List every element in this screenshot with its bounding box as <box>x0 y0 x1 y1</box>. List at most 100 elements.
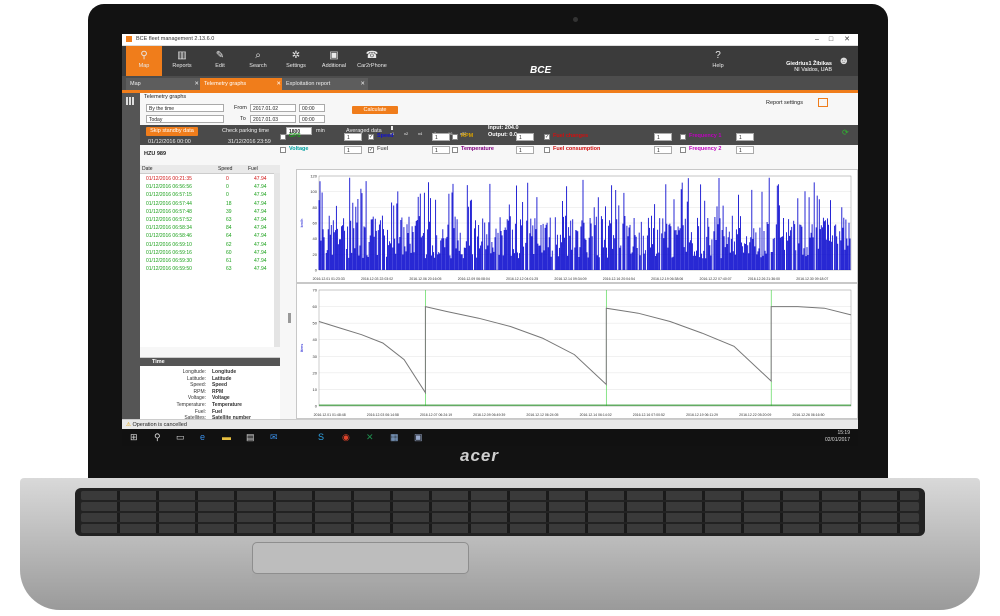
from-date-input[interactable]: 2017.01.02 <box>250 104 296 112</box>
table-row[interactable]: 01/12/2016 06:56:56 0 47.94 <box>140 183 274 191</box>
ribbon-edit-button[interactable]: ✎ Edit <box>202 46 238 76</box>
sensor-checkbox-rpm[interactable] <box>452 134 458 140</box>
sensor-axis-stepper[interactable]: 1 <box>654 133 672 141</box>
report-settings-link[interactable]: Report settings <box>766 100 803 106</box>
table-row[interactable]: 01/12/2016 06:59:50 63 47.94 <box>140 265 274 273</box>
col-fuel[interactable]: Fuel <box>248 166 258 172</box>
sensor-label: Fuel changes <box>553 133 589 139</box>
table-row[interactable]: 01/12/2016 06:59:10 62 47.94 <box>140 241 274 249</box>
maximize-button[interactable]: □ <box>824 34 838 45</box>
speed-chart: 0 20 40 60 80 100 120 km/h 2016.12.01 01:23:33 20… <box>296 169 858 283</box>
splitter-handle[interactable] <box>288 313 291 323</box>
sensor-checkbox-speed[interactable]: ✓ <box>368 134 374 140</box>
tab-exploitation-report[interactable]: Exploitation report ✕ <box>282 78 368 90</box>
sensor-axis-stepper[interactable]: 1 <box>736 146 754 154</box>
ribbon-search-button[interactable]: ⌕ Search <box>240 46 276 76</box>
col-date[interactable]: Date <box>142 166 153 172</box>
store-icon[interactable]: ▤ <box>246 431 255 443</box>
sensor-axis-stepper[interactable]: 1 <box>516 146 534 154</box>
row-speed: 62 <box>226 241 232 248</box>
task-view-icon[interactable]: ▭ <box>176 431 185 443</box>
row-date: 01/12/2016 06:59:50 <box>146 266 192 273</box>
tab-close-icon[interactable]: ✕ <box>194 78 199 90</box>
to-time-input[interactable]: 00:00 <box>299 115 325 123</box>
skype-icon[interactable]: S <box>318 431 324 443</box>
windows-start-icon[interactable]: ⊞ <box>130 431 138 443</box>
table-row[interactable]: 01/12/2016 06:58:46 64 47.94 <box>140 232 274 240</box>
row-fuel: 47.94 <box>254 225 267 232</box>
skip-standby-button[interactable]: Skip standby data <box>146 127 198 136</box>
tab-close-icon[interactable]: ✕ <box>360 78 365 90</box>
sensor-checkbox-fuel-changes[interactable]: ✓ <box>544 134 550 140</box>
warning-icon: ⚠ <box>126 422 131 428</box>
check-parking-label[interactable]: Check parking time <box>222 128 269 134</box>
row-date: 01/12/2016 06:58:46 <box>146 233 192 240</box>
file-explorer-icon[interactable]: ▬ <box>222 431 231 443</box>
network-app-icon[interactable]: ▦ <box>390 431 399 443</box>
table-row[interactable]: 01/12/2016 06:57:44 18 47.94 <box>140 200 274 208</box>
sensor-axis-stepper[interactable]: 1 <box>516 133 534 141</box>
minimize-button[interactable]: – <box>810 34 824 45</box>
excel-icon[interactable]: ✕ <box>366 431 374 443</box>
tab-close-icon[interactable]: ✕ <box>276 78 281 90</box>
info-key: Temperature: <box>176 402 206 408</box>
edge-icon[interactable]: e <box>200 431 205 443</box>
table-row[interactable]: 01/12/2016 06:59:30 61 47.94 <box>140 257 274 265</box>
sensor-checkbox-temperature[interactable] <box>452 147 458 153</box>
mode-select[interactable]: By the time <box>146 104 224 112</box>
close-button[interactable]: ✕ <box>840 34 854 45</box>
additional-icon: ▣ <box>329 50 339 61</box>
grid-icon[interactable] <box>126 97 135 105</box>
ribbon-settings-button[interactable]: ✲ Settings <box>278 46 314 76</box>
ribbon-reports-button[interactable]: ▥ Reports <box>164 46 200 76</box>
col-speed[interactable]: Speed <box>218 166 232 172</box>
ribbon-map-button[interactable]: ⚲ Map <box>126 46 162 76</box>
speed-xtick: 2016.12.12 04:01:25 <box>506 277 538 281</box>
sensor-axis-stepper[interactable]: 1 <box>736 133 754 141</box>
tab-telemetry-graphs[interactable]: Telemetry graphs ✕ <box>200 78 284 90</box>
fuel-ytick: 10 <box>313 387 318 392</box>
table-row[interactable]: 01/12/2016 06:57:48 39 47.94 <box>140 208 274 216</box>
sensor-axis-stepper[interactable]: 1 <box>344 133 362 141</box>
sensor-axis-stepper[interactable]: 1 <box>654 146 672 154</box>
webcam <box>573 17 578 22</box>
search-icon[interactable]: ⚲ <box>154 431 161 443</box>
averaged-slider-thumb[interactable] <box>391 126 393 130</box>
taskbar-clock[interactable]: 15:19 02/01/2017 <box>825 430 850 444</box>
table-row[interactable]: 01/12/2016 06:57:52 63 47.94 <box>140 216 274 224</box>
sensor-checkbox-voltage[interactable] <box>280 147 286 153</box>
period-select[interactable]: Today <box>146 115 224 123</box>
row-fuel: 47.94 <box>254 176 267 182</box>
report-settings-icon[interactable] <box>818 98 828 107</box>
calculate-button[interactable]: Calculate <box>352 106 398 114</box>
table-row[interactable]: 01/12/2016 06:57:15 0 47.94 <box>140 191 274 199</box>
speed-xtick: 2016.12.06 20:16:05 <box>409 277 441 281</box>
table-scrollbar[interactable] <box>274 173 280 347</box>
ribbon-car2rphone-button[interactable]: ☎ Car2rPhone <box>354 46 390 76</box>
help-label: Help <box>712 63 724 69</box>
sensor-axis-stepper[interactable]: 1 <box>432 133 450 141</box>
user-avatar-icon[interactable]: ☻ <box>838 55 850 67</box>
sensor-checkbox-fuel[interactable]: ✓ <box>368 147 374 153</box>
chrome-icon[interactable]: ◉ <box>342 431 350 443</box>
user-info[interactable]: Giedrius1 Žibikas NI Valdos, UAB <box>752 61 832 73</box>
table-row[interactable]: 01/12/2016 06:58:34 84 47.94 <box>140 224 274 232</box>
ribbon-additional-button[interactable]: ▣ Additional <box>316 46 352 76</box>
table-row[interactable]: 01/12/2016 00:21:35 0 47.94 <box>140 175 274 183</box>
sensor-checkbox-frequency-1[interactable] <box>680 134 686 140</box>
sensor-axis-stepper[interactable]: 1 <box>344 146 362 154</box>
sensor-checkbox-gps[interactable] <box>280 134 286 140</box>
sensor-checkbox-fuel-consumption[interactable] <box>544 147 550 153</box>
table-row[interactable]: 01/12/2016 06:59:16 60 47.94 <box>140 249 274 257</box>
sensor-checkbox-frequency-2[interactable] <box>680 147 686 153</box>
tab-map[interactable]: Map ✕ <box>126 78 202 90</box>
from-time-input[interactable]: 00:00 <box>299 104 325 112</box>
to-date-input[interactable]: 2017.01.03 <box>250 115 296 123</box>
mail-icon[interactable]: ✉ <box>270 431 278 443</box>
range-to: 31/12/2016 23:59 <box>228 139 271 145</box>
help-button[interactable]: ? Help <box>700 46 736 76</box>
fuel-ytick: 0 <box>315 404 318 409</box>
fuel-xtick: 2016.12.01 01:48:48 <box>314 413 346 417</box>
sensor-axis-stepper[interactable]: 1 <box>432 146 450 154</box>
bce-app-icon[interactable]: ▣ <box>414 431 423 443</box>
